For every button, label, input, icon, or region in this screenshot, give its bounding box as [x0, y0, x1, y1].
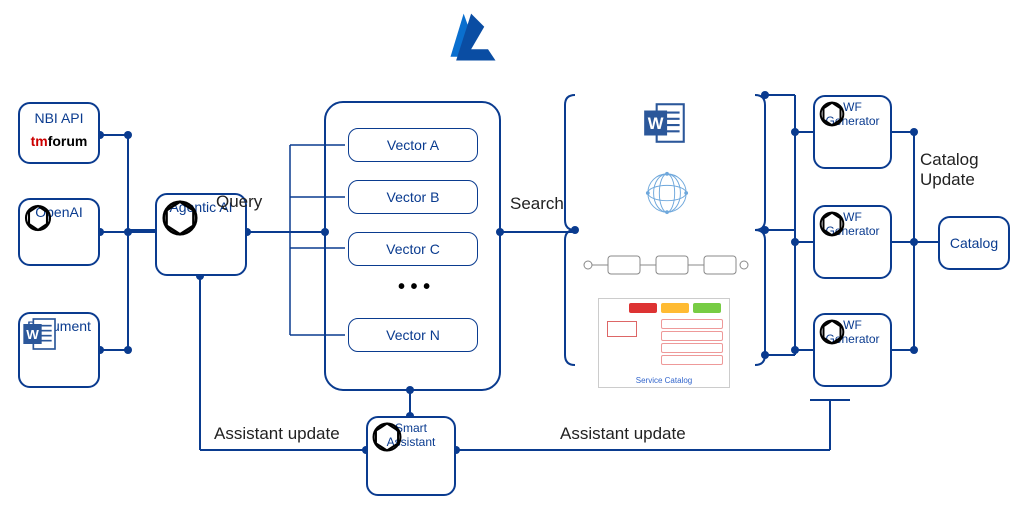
vector-label: Vector C [386, 241, 440, 258]
vector-label: Vector B [387, 189, 440, 206]
wf-generator-3-box: WF Generator [813, 313, 892, 387]
nbi-api-box: NBI API tmforum [18, 102, 100, 164]
assistant-update-right-label: Assistant update [560, 424, 686, 444]
assistant-update-left-label: Assistant update [214, 424, 340, 444]
tmforum-logo: tmforum [31, 133, 88, 150]
vector-label: Vector N [386, 327, 440, 344]
smart-assistant-box: Smart Assistant [366, 416, 456, 496]
svg-text:W: W [648, 114, 664, 133]
nbi-api-title: NBI API [34, 110, 83, 127]
vector-c-box: Vector C [348, 232, 478, 266]
service-catalog-thumbnail: Service Catalog [598, 298, 730, 388]
wf-generator-2-box: WF Generator [813, 205, 892, 279]
openai-box: OpenAI [18, 198, 100, 266]
catalog-box: Catalog [938, 216, 1010, 270]
catalog-title: Catalog [950, 235, 998, 252]
wf-generator-1-box: WF Generator [813, 95, 892, 169]
svg-text:W: W [26, 327, 39, 342]
vector-a-box: Vector A [348, 128, 478, 162]
query-edge-label: Query [216, 192, 262, 212]
catalog-update-edge-label: Catalog Update [920, 150, 979, 190]
search-edge-label: Search [510, 194, 564, 214]
workflow-chain-icon [580, 250, 750, 280]
document-box: Document W [18, 312, 100, 388]
vector-ellipsis: • • • [398, 276, 430, 299]
vector-b-box: Vector B [348, 180, 478, 214]
vector-n-box: Vector N [348, 318, 478, 352]
vector-label: Vector A [387, 137, 439, 154]
